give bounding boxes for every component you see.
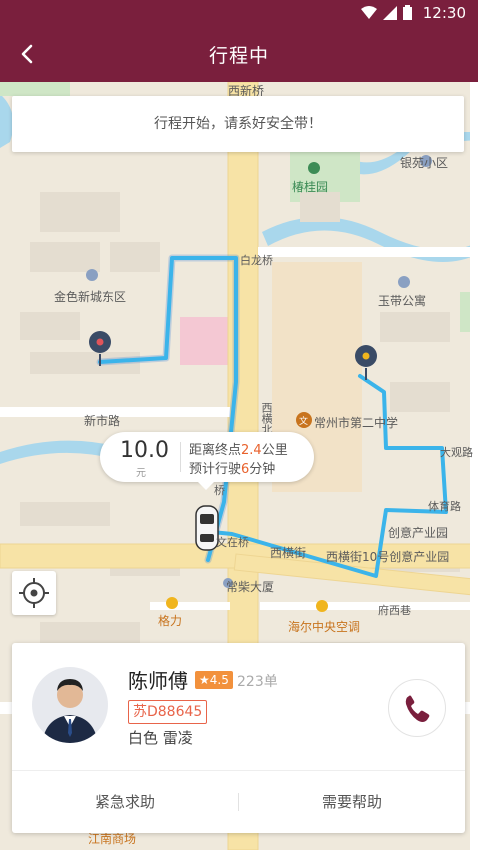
license-plate: 苏D88645 (128, 700, 208, 724)
title-bar: 行程中 (0, 26, 478, 82)
map-label: 椿桂园 (292, 180, 329, 194)
status-bar: 12:30 (0, 0, 478, 26)
phone-icon (405, 695, 430, 722)
park-poi-icon (308, 162, 320, 174)
page-title: 行程中 (208, 45, 269, 67)
map-label: 大观路 (440, 446, 473, 459)
map-label: 桥 (214, 484, 225, 497)
trip-notice: 行程开始，请系好安全带！ (12, 96, 464, 152)
signal-icon (383, 5, 397, 20)
emergency-button[interactable]: 紧急求助 (12, 771, 238, 833)
map-label: 玉带公寓 (378, 294, 427, 308)
map-label: 体育路 (428, 500, 461, 513)
time-prefix: 预计行驶 (189, 462, 242, 477)
trip-info-bubble: 10.0 元 距离终点2.4公里 预计行驶6分钟 (100, 432, 314, 490)
bubble-divider (180, 442, 181, 472)
map-label: 常州市第二中学 (314, 416, 399, 430)
distance-unit: 公里 (261, 443, 288, 458)
time-line: 预计行驶6分钟 (189, 458, 275, 477)
driver-avatar (32, 667, 108, 743)
map-label: 文在桥 (216, 536, 249, 549)
map-label: 府西巷 (378, 604, 411, 617)
map-label: 西横街10号创意产业园 (326, 550, 450, 564)
wifi-icon (361, 5, 377, 19)
locate-icon (19, 578, 49, 608)
battery-icon (403, 5, 412, 20)
school-poi-icon: 文 (296, 412, 312, 428)
driver-order-count: 223单 (237, 674, 278, 690)
map-label: 创意产业园 (388, 526, 449, 540)
driver-card: 陈师傅 ★4.5 223单 苏D88645 白色 雷凌 紧急求助 需要帮助 (12, 643, 465, 833)
fare-amount: 10.0 (120, 438, 169, 463)
map-label: 白龙桥 (240, 254, 273, 267)
map-label: 常柴大厦 (226, 580, 275, 594)
distance-value: 2.4 (241, 443, 262, 458)
svg-text:文: 文 (299, 415, 308, 427)
map-label: 海尔中央空调 (288, 620, 361, 634)
call-driver-button[interactable] (388, 679, 446, 737)
time-unit: 分钟 (249, 462, 276, 477)
map-label: 新市路 (84, 414, 121, 428)
map-label: 西横街 (270, 546, 307, 560)
map-label: 金色新城东区 (54, 290, 127, 304)
car-description: 白色 雷凌 (128, 729, 193, 747)
distance-prefix: 距离终点 (189, 443, 242, 458)
help-button[interactable]: 需要帮助 (239, 771, 465, 833)
map-label: 银苑小区 (400, 156, 449, 170)
status-icons (361, 5, 412, 20)
status-time: 12:30 (422, 4, 466, 22)
distance-line: 距离终点2.4公里 (189, 439, 288, 458)
map-label: 格力 (158, 614, 183, 628)
driver-name: 陈师傅 (128, 669, 188, 693)
car-icon (195, 505, 219, 551)
fare-unit: 元 (136, 468, 146, 479)
driver-rating-badge: ★4.5 (195, 671, 233, 689)
locate-button[interactable] (12, 571, 56, 615)
